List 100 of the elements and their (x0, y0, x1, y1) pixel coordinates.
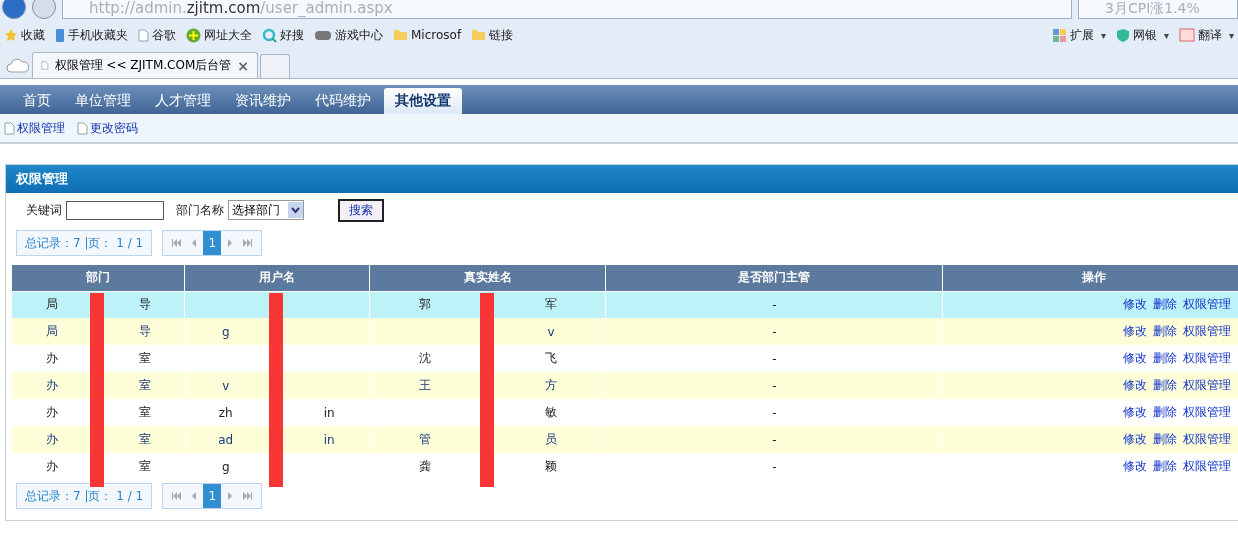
table-cell: 办 (45, 378, 58, 392)
close-icon[interactable]: × (237, 57, 249, 74)
action-link[interactable]: 删除 (1152, 351, 1177, 365)
dropdown-icon (288, 202, 303, 218)
table-cell: 管 (419, 432, 431, 446)
table-cell: 飞 (545, 351, 557, 365)
cloud-icon[interactable] (6, 57, 30, 73)
nav-tab[interactable]: 首页 (12, 88, 62, 114)
bookmark-item[interactable]: Microsof (393, 28, 462, 42)
address-field[interactable]: http://admin.zjitm.com/user_admin.aspx (62, 0, 1072, 19)
table-cell: ad (218, 432, 234, 447)
action-link[interactable]: 权限管理 (1182, 378, 1231, 392)
table-cell: - (605, 453, 943, 480)
keyword-label: 关键词 (26, 201, 62, 219)
nav-tab[interactable]: 代码维护 (304, 88, 382, 114)
toolbar-item[interactable]: 翻译 (1197, 26, 1222, 44)
action-link[interactable]: 删除 (1152, 378, 1177, 392)
page-icon (4, 121, 15, 135)
panel-title: 权限管理 (6, 165, 1238, 193)
table-row[interactable]: 局 导 g v - 修改 删除 权限管理 (11, 318, 1238, 345)
action-link[interactable]: 修改 (1122, 378, 1147, 392)
action-link[interactable]: 权限管理 (1182, 351, 1231, 365)
action-link[interactable]: 修改 (1122, 405, 1147, 419)
bookmark-item[interactable]: 游戏中心 (314, 26, 383, 44)
department-select[interactable]: 选择部门 (228, 200, 304, 220)
action-link[interactable]: 修改 (1122, 459, 1147, 473)
table-cell: v (547, 324, 555, 339)
table-cell: 室 (139, 432, 152, 446)
action-link[interactable]: 删除 (1152, 297, 1177, 312)
record-summary: 总记录：7 |页： 1 / 1 (16, 230, 153, 256)
record-summary: 总记录：7 |页： 1 / 1 (16, 483, 153, 509)
table-cell: 方 (545, 378, 557, 392)
table-cell: 颖 (545, 459, 557, 473)
search-icon (262, 27, 277, 43)
table-row[interactable]: 办 室 v 王 方 - 修改 删除 权限管理 (11, 372, 1238, 399)
page-button[interactable]: 1 (203, 484, 222, 508)
subnav-link[interactable]: 更改密码 (77, 119, 138, 137)
new-tab-button[interactable] (260, 54, 290, 78)
bookmark-item[interactable]: 手机收藏夹 (55, 26, 128, 44)
dropdown-arrow[interactable]: ▾ (1228, 29, 1234, 41)
column-header: 用户名 (184, 265, 370, 291)
table-cell: 办 (45, 459, 58, 473)
action-link[interactable]: 权限管理 (1182, 405, 1231, 419)
first-page-icon[interactable] (171, 492, 182, 500)
table-cell: 军 (545, 297, 557, 312)
table-cell: in (323, 432, 335, 447)
forward-button[interactable] (32, 0, 56, 19)
table-cell: 沈 (419, 351, 431, 365)
dictionary-icon (1178, 28, 1195, 42)
bookmark-item[interactable]: 网址大全 (186, 26, 252, 44)
gamepad-icon (314, 29, 332, 41)
first-page-icon[interactable] (171, 239, 182, 247)
action-link[interactable]: 修改 (1122, 324, 1147, 338)
action-link[interactable]: 删除 (1152, 324, 1177, 338)
action-link[interactable]: 删除 (1152, 405, 1177, 419)
action-link[interactable]: 修改 (1122, 351, 1147, 365)
back-button[interactable] (2, 0, 26, 19)
table-cell: 敏 (545, 405, 557, 419)
page-button[interactable]: 1 (203, 231, 222, 255)
toolbar-item[interactable]: 网银 (1132, 26, 1157, 44)
search-button[interactable]: 搜索 (338, 198, 384, 222)
column-header: 真实姓名 (369, 265, 606, 291)
bookmark-item[interactable]: 谷歌 (138, 26, 176, 44)
action-link[interactable]: 权限管理 (1182, 459, 1231, 473)
last-page-icon[interactable] (243, 492, 254, 500)
action-link[interactable]: 删除 (1152, 459, 1177, 473)
page-icon (77, 121, 88, 135)
table-row[interactable]: 办 室 沈 飞 - 修改 删除 权限管理 (11, 345, 1238, 372)
action-link[interactable]: 权限管理 (1182, 297, 1231, 312)
table-row[interactable]: 办 室 ad in 管 员 - 修改 删除 权限管理 (11, 426, 1238, 453)
toolbar-item[interactable]: 扩展 (1069, 26, 1094, 44)
table-cell: 导 (139, 297, 152, 312)
nav-tab[interactable]: 人才管理 (144, 88, 222, 114)
folder-icon (393, 29, 408, 41)
subnav-link[interactable]: 权限管理 (4, 119, 65, 137)
table-cell: 办 (45, 405, 58, 419)
last-page-icon[interactable] (243, 239, 254, 247)
keyword-field[interactable] (66, 200, 164, 220)
department-label: 部门名称 (176, 201, 224, 219)
nav-tab[interactable]: 资讯维护 (224, 88, 302, 114)
dropdown-arrow[interactable]: ▾ (1163, 29, 1169, 41)
column-header: 操作 (942, 265, 1238, 291)
bookmark-item[interactable]: 收藏 (4, 26, 45, 44)
action-link[interactable]: 删除 (1152, 432, 1177, 446)
table-cell: 局 (45, 324, 58, 338)
shield-icon (1115, 27, 1130, 43)
dropdown-arrow[interactable]: ▾ (1100, 29, 1106, 41)
bookmark-item[interactable]: 好搜 (262, 26, 304, 44)
action-link[interactable]: 修改 (1122, 297, 1147, 312)
table-cell: 龚 (419, 459, 431, 473)
action-link[interactable]: 修改 (1122, 432, 1147, 446)
search-field[interactable]: 3月CPI涨1.4% (1078, 0, 1238, 19)
nav-tab[interactable]: 单位管理 (64, 88, 142, 114)
action-link[interactable]: 权限管理 (1182, 324, 1231, 338)
table-row[interactable]: 办 室 zh in 敏 - 修改 删除 权限管理 (11, 399, 1238, 426)
action-link[interactable]: 权限管理 (1182, 432, 1231, 446)
bookmark-item[interactable]: 链接 (471, 26, 514, 44)
nav-tab[interactable]: 其他设置 (384, 88, 462, 114)
table-cell: v (222, 378, 230, 393)
browser-tab[interactable]: 权限管理 << ZJITM.COM后台管 × (32, 52, 258, 78)
